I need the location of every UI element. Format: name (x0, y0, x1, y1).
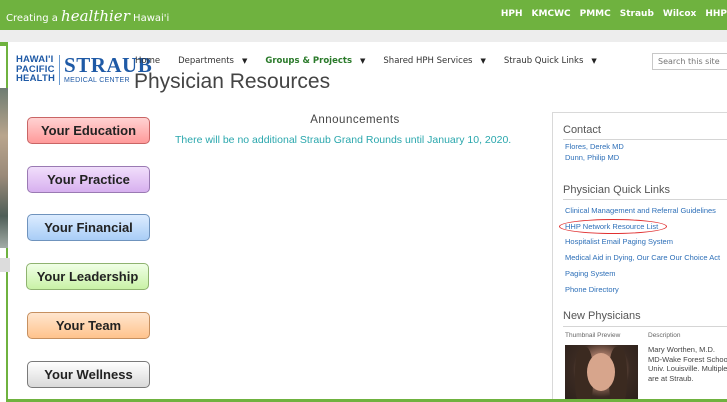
quick-links-divider (563, 199, 727, 200)
hph-line-3: HEALTH (16, 73, 56, 84)
caret-down-icon: ▼ (241, 57, 248, 65)
announcements-heading: Announcements (310, 114, 400, 126)
quick-link-paging-system[interactable]: Paging System (565, 269, 615, 278)
top-bar: Creating a healthier Hawai'i HPH KMCWC P… (0, 0, 727, 30)
nav-groups-label: Groups & Projects (265, 56, 353, 66)
your-financial-button[interactable]: Your Financial (27, 214, 150, 241)
quick-link-medical-aid-dying[interactable]: Medical Aid in Dying, Our Care Our Choic… (565, 253, 720, 262)
your-practice-button[interactable]: Your Practice (27, 166, 150, 193)
top-link-pmmc[interactable]: PMMC (580, 9, 611, 19)
caret-down-icon: ▼ (591, 57, 597, 65)
your-leadership-button[interactable]: Your Leadership (26, 263, 149, 290)
nav-departments[interactable]: Departments ▼ (178, 56, 247, 66)
header-strip (0, 30, 727, 42)
tagline-script: healthier (61, 7, 130, 25)
caret-down-icon: ▼ (360, 57, 366, 65)
physician-desc-line: MD-Wake Forest School (648, 354, 727, 364)
tagline-suffix: Hawai'i (133, 13, 170, 24)
quick-link-hospitalist-paging[interactable]: Hospitalist Email Paging System (565, 237, 673, 246)
announcement-text: There will be no additional Straub Grand… (175, 134, 512, 146)
top-link-hph[interactable]: HPH (501, 9, 523, 19)
photo-face (587, 353, 615, 391)
nav-shared-hph-services[interactable]: Shared HPH Services ▼ (383, 56, 485, 66)
hph-logo-text: HAWAI'I PACIFIC HEALTH (16, 55, 55, 84)
logo-divider (59, 55, 61, 85)
your-education-button[interactable]: Your Education (27, 117, 150, 144)
top-link-kmcwc[interactable]: KMCWC (532, 9, 571, 19)
new-physicians-divider (563, 326, 727, 327)
page: Creating a healthier Hawai'i HPH KMCWC P… (0, 0, 727, 402)
nav-home[interactable]: Home (135, 56, 160, 66)
contact-heading: Contact (563, 124, 601, 136)
thumbnail-column-header: Thumbnail Preview (565, 332, 621, 339)
physician-desc-line: are at Straub. (648, 373, 694, 383)
nav-home-label: Home (135, 56, 161, 66)
background-photo-fragment-2 (0, 258, 10, 272)
top-link-wilcox[interactable]: Wilcox (663, 9, 696, 19)
quick-link-phone-directory[interactable]: Phone Directory (565, 285, 619, 294)
tagline: Creating a healthier Hawai'i (6, 7, 169, 25)
straub-logo[interactable]: HAWAI'I PACIFIC HEALTH STRAUB MEDICAL CE… (16, 55, 152, 85)
nav-quicklinks-label: Straub Quick Links (503, 56, 584, 66)
physician-description: Mary Worthen, M.D. MD-Wake Forest School… (648, 345, 727, 383)
quick-link-clinical-guidelines[interactable]: Clinical Management and Referral Guideli… (565, 206, 716, 215)
physician-name: Mary Worthen, M.D. (648, 345, 715, 354)
nav-departments-label: Departments (178, 56, 234, 66)
background-photo-fragment (0, 88, 8, 248)
top-link-straub[interactable]: Straub (620, 9, 654, 19)
top-navigation: Home Departments ▼ Groups & Projects ▼ S… (135, 56, 615, 66)
new-physicians-heading: New Physicians (563, 310, 641, 322)
highlight-annotation (559, 219, 667, 234)
contact-link-dunn[interactable]: Dunn, Philip MD (565, 153, 619, 162)
page-title: Physician Resources (134, 70, 331, 93)
contact-link-flores[interactable]: Flores, Derek MD (565, 142, 624, 151)
physician-desc-line: Univ. Louisville. Multiple (648, 364, 727, 373)
contact-divider (563, 139, 727, 140)
nav-straub-quick-links[interactable]: Straub Quick Links ▼ (504, 56, 597, 66)
search-input[interactable] (652, 53, 727, 70)
caret-down-icon: ▼ (480, 57, 486, 65)
your-wellness-button[interactable]: Your Wellness (27, 361, 150, 388)
description-column-header: Description (648, 332, 681, 339)
hospital-links: HPH KMCWC PMMC Straub Wilcox HHP (492, 9, 727, 19)
nav-groups-projects[interactable]: Groups & Projects ▼ (265, 56, 365, 66)
tagline-prefix: Creating a (6, 13, 58, 24)
top-link-hhp[interactable]: HHP (705, 9, 727, 19)
nav-shared-label: Shared HPH Services (383, 56, 473, 66)
your-team-button[interactable]: Your Team (27, 312, 150, 339)
quick-links-heading: Physician Quick Links (563, 184, 670, 196)
physician-photo[interactable] (565, 345, 638, 402)
